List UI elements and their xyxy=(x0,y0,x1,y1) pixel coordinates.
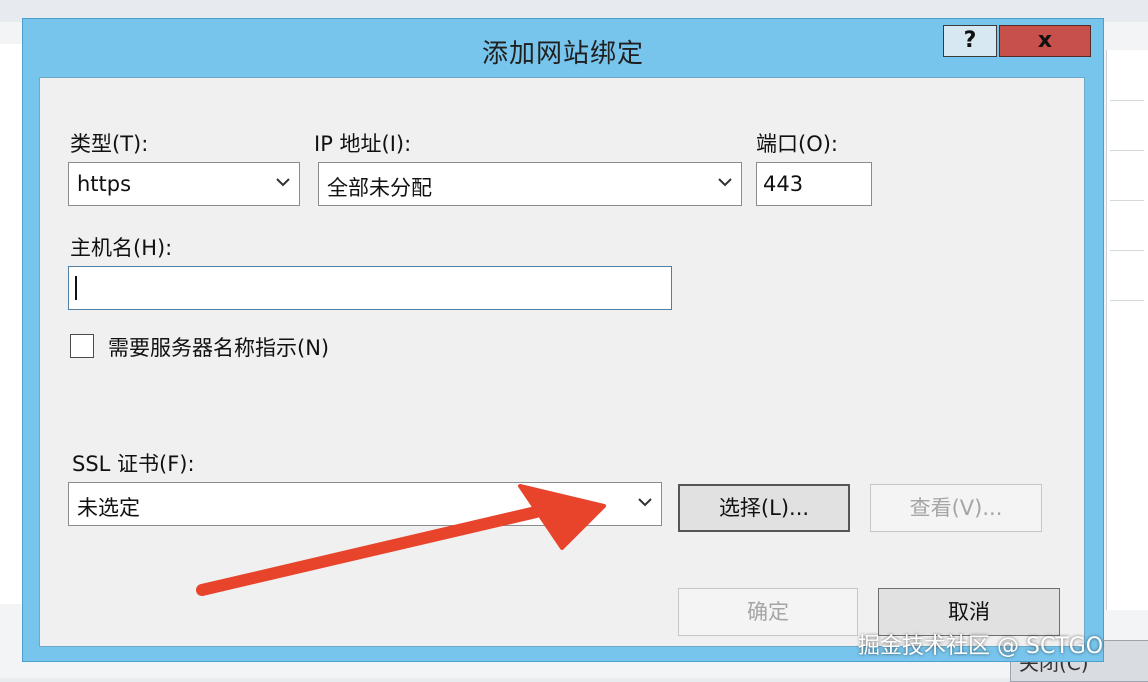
help-button[interactable]: ? xyxy=(943,25,997,57)
watermark-text: 掘金技术社区 @ SCTGO xyxy=(858,634,1104,659)
type-label: 类型(T): xyxy=(70,132,149,156)
host-name-input[interactable] xyxy=(68,266,672,310)
dialog-title: 添加网站绑定 xyxy=(481,39,644,69)
text-caret xyxy=(75,276,77,300)
ip-address-select[interactable]: 全部未分配 xyxy=(318,162,742,206)
dialog-title-bar[interactable]: 添加网站绑定 ? x xyxy=(23,19,1103,77)
background-divider xyxy=(1110,300,1144,301)
port-input-value: 443 xyxy=(763,172,804,196)
sni-checkbox[interactable] xyxy=(70,334,94,358)
background-divider xyxy=(1110,250,1144,251)
ip-address-label: IP 地址(I): xyxy=(314,132,412,156)
background-divider xyxy=(1110,150,1144,151)
ssl-certificate-label: SSL 证书(F): xyxy=(72,452,195,476)
select-certificate-button[interactable]: 选择(L)... xyxy=(678,484,850,532)
close-button[interactable]: x xyxy=(999,25,1091,57)
sni-checkbox-label[interactable]: 需要服务器名称指示(N) xyxy=(108,332,329,362)
type-select-value: https xyxy=(77,172,132,196)
background-divider xyxy=(1110,200,1144,201)
ip-address-select-value: 全部未分配 xyxy=(327,176,432,200)
port-input[interactable]: 443 xyxy=(756,162,872,206)
chevron-down-icon xyxy=(717,171,733,198)
view-certificate-button[interactable]: 查看(V)... xyxy=(870,484,1042,532)
background-divider xyxy=(1110,100,1144,101)
ssl-certificate-select[interactable]: 未选定 xyxy=(68,482,662,526)
port-label: 端口(O): xyxy=(756,132,838,156)
background-right-panel xyxy=(1106,50,1148,610)
host-name-label: 主机名(H): xyxy=(70,236,173,260)
background-left-panel xyxy=(0,44,23,604)
ok-button[interactable]: 确定 xyxy=(678,588,858,636)
chevron-down-icon xyxy=(637,491,653,518)
ssl-certificate-select-value: 未选定 xyxy=(77,496,140,520)
type-select[interactable]: https xyxy=(68,162,300,206)
chevron-down-icon xyxy=(275,171,291,198)
add-site-binding-dialog: 添加网站绑定 ? x 类型(T): https IP 地址(I): 全部未分配 … xyxy=(22,18,1104,662)
dialog-client-area: 类型(T): https IP 地址(I): 全部未分配 端口(O): 443 … xyxy=(39,77,1085,647)
